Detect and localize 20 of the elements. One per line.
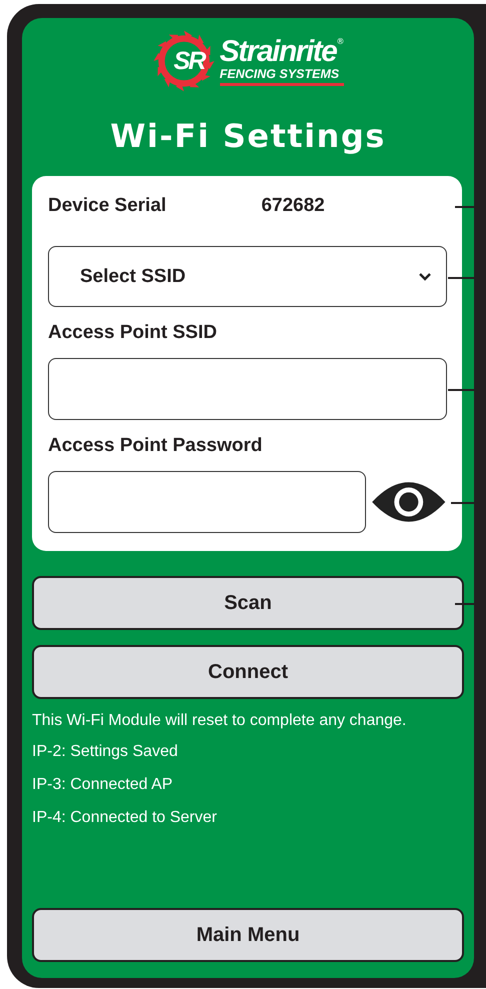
field-label: Access Point SSID bbox=[48, 322, 218, 344]
main-menu-button[interactable]: Main Menu bbox=[32, 908, 464, 962]
chevron-down-icon bbox=[418, 272, 432, 282]
password-field[interactable] bbox=[48, 471, 366, 533]
status-text: IP-3: Connected AP bbox=[32, 775, 174, 795]
leader-line bbox=[455, 603, 475, 605]
ssid-dropdown[interactable]: Select SSID bbox=[48, 246, 447, 307]
action-button[interactable]: Connect bbox=[32, 645, 464, 699]
logo-brand-name: Strainrite bbox=[220, 36, 336, 66]
action-button[interactable]: Scan bbox=[32, 576, 464, 630]
status-text: IP-4: Connected to Server bbox=[32, 808, 218, 828]
input-field[interactable] bbox=[48, 358, 447, 420]
serial-label: Device Serial bbox=[48, 195, 166, 217]
logo-tagline: FENCING SYSTEMS bbox=[220, 66, 340, 80]
status-text: IP-2: Settings Saved bbox=[32, 742, 179, 762]
page-title: Wi-Fi Settings bbox=[109, 116, 387, 156]
serial-value: 672682 bbox=[261, 195, 325, 217]
registered-mark: ® bbox=[336, 36, 344, 46]
field-label: Access Point Password bbox=[48, 435, 264, 457]
notice-text: This Wi-Fi Module will reset to complete any change. bbox=[32, 712, 408, 730]
